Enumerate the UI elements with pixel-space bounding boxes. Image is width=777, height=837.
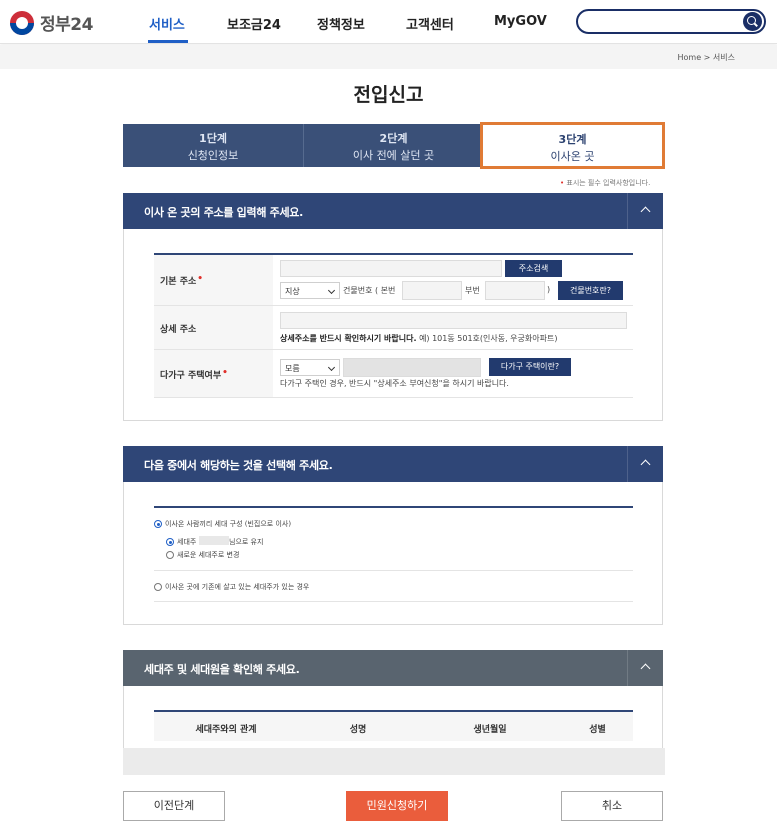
building-number-help-button[interactable]: 건물번호란?: [558, 281, 623, 300]
step-2-label: 이사 전에 살던 곳: [352, 149, 435, 162]
close-paren: ): [547, 285, 551, 294]
option-existing-household-label: 이사온 곳에 기존에 살고 있는 세대주가 있는 경우: [165, 583, 310, 591]
basic-address-label: 기본 주소•: [154, 255, 273, 305]
keep-householder-radio[interactable]: [166, 538, 174, 546]
address-section-header: 이사 온 곳의 주소를 입력해 주세요.: [123, 193, 663, 229]
collapse-chevron-icon[interactable]: [627, 650, 663, 686]
detail-note-bold: 상세주소를 반드시 확인하시기 바랍니다.: [280, 334, 417, 343]
step-2-number: 2단계: [379, 132, 408, 145]
required-note-text: 표시는 필수 입력사항입니다.: [566, 179, 651, 187]
address-search-button[interactable]: 주소검색: [505, 260, 562, 277]
nav-item-mygov[interactable]: MyGOV: [494, 14, 547, 29]
col-relationship: 세대주와의 관계: [195, 725, 257, 735]
search-input[interactable]: [576, 9, 766, 34]
multi-house-label-text: 다가구 주택여부: [160, 371, 222, 381]
basic-address-row: 기본 주소• 주소검색 지상 건물번호 ( 본번 부번 ) 건물번호란?: [154, 255, 633, 306]
gov24-logo[interactable]: 정부24: [10, 10, 93, 35]
masked-name: [199, 536, 229, 545]
basic-address-input[interactable]: [280, 260, 502, 277]
household-members-title: 세대주 및 세대원을 확인해 주세요.: [144, 663, 300, 676]
col-name: 성명: [349, 725, 367, 735]
prev-step-button[interactable]: 이전단계: [123, 791, 225, 821]
col-gender: 성별: [589, 725, 606, 735]
required-fields-note: • 표시는 필수 입력사항입니다.: [560, 178, 650, 188]
step-3-number: 3단계: [558, 133, 587, 146]
active-nav-underline: [148, 40, 188, 43]
collapse-chevron-icon[interactable]: [627, 446, 663, 482]
step-1: 1단계 신청인정보: [123, 124, 304, 167]
detail-address-note: 상세주소를 반드시 확인하시기 바랍니다. 예) 101동 501호(인사동, …: [280, 333, 557, 344]
sub-number-label: 부번: [465, 286, 480, 295]
nav-item-customer-center[interactable]: 고객센터: [406, 14, 454, 33]
keep-householder-prefix: 세대주: [177, 538, 197, 546]
address-section: 이사 온 곳의 주소를 입력해 주세요. 기본 주소• 주소검색 지상 건물번호…: [123, 193, 663, 421]
detail-address-label-text: 상세 주소: [160, 325, 197, 335]
search-icon[interactable]: [743, 12, 762, 31]
detail-note-example: 예) 101동 501호(인사동, 우궁화아파트): [419, 334, 558, 343]
keep-householder-suffix: 님으로 유지: [229, 538, 264, 546]
required-star: •: [222, 368, 228, 378]
detail-address-row: 상세 주소 상세주소를 반드시 확인하시기 바랍니다. 예) 101동 501호…: [154, 306, 633, 350]
multi-house-select[interactable]: 모름: [280, 359, 340, 376]
required-star: •: [197, 274, 204, 284]
address-section-title: 이사 온 곳의 주소를 입력해 주세요.: [144, 206, 304, 219]
members-table-header: 세대주와의 관계 성명 생년월일 성별: [154, 710, 633, 741]
multi-house-row: 다가구 주택여부• 모름 다가구 주택이란? 다가구 주택인 경우, 반드시 "…: [154, 350, 633, 398]
form-top-border: [154, 506, 633, 508]
top-navigation-bar: 정부24 서비스 보조금24 정책정보 고객센터 MyGOV: [0, 0, 777, 44]
detail-address-label: 상세 주소: [154, 306, 273, 349]
multi-house-note: 다가구 주택인 경우, 반드시 "상세주소 부여신청"을 하시기 바랍니다.: [280, 379, 509, 388]
scroll-fade-strip: [123, 748, 665, 775]
household-option-section: 다음 중에서 해당하는 것을 선택해 주세요. 이사온 사람끼리 세대 구성 (…: [123, 446, 663, 625]
land-type-select[interactable]: 지상: [280, 282, 340, 299]
household-option-header: 다음 중에서 해당하는 것을 선택해 주세요.: [123, 446, 663, 482]
main-number-input[interactable]: [402, 281, 462, 300]
change-householder-label: 새로운 세대주로 변경: [177, 551, 240, 559]
nav-item-policy[interactable]: 정책정보: [317, 14, 365, 33]
taegeuk-logo-icon: [10, 10, 34, 35]
logo-text: 정부24: [40, 15, 93, 35]
breadcrumb: Home > 서비스: [677, 53, 736, 62]
sub-number-input[interactable]: [485, 281, 545, 300]
option-existing-household-radio[interactable]: [154, 583, 162, 591]
multi-house-detail-field: [343, 358, 481, 377]
step-3-current: 3단계 이사온 곳: [480, 122, 665, 169]
cancel-button[interactable]: 취소: [561, 791, 663, 821]
option-new-household-label: 이사온 사람끼리 세대 구성 (빈집으로 이사): [165, 520, 292, 528]
household-members-header: 세대주 및 세대원을 확인해 주세요.: [123, 650, 663, 686]
multi-house-help-button[interactable]: 다가구 주택이란?: [489, 358, 571, 376]
step-1-label: 신청인정보: [187, 149, 239, 162]
step-1-number: 1단계: [199, 132, 227, 145]
required-star: •: [560, 179, 565, 187]
collapse-chevron-icon[interactable]: [627, 193, 663, 229]
divider: [154, 601, 633, 602]
detail-address-input[interactable]: [280, 312, 627, 329]
basic-address-label-text: 기본 주소: [160, 277, 197, 287]
step-3-label: 이사온 곳: [550, 150, 595, 163]
breadcrumb-bar: Home > 서비스: [0, 45, 777, 69]
nav-item-subsidy[interactable]: 보조금24: [227, 14, 281, 33]
page-title: 전입신고: [353, 84, 424, 106]
col-birthdate: 생년월일: [473, 725, 507, 735]
step-2: 2단계 이사 전에 살던 곳: [304, 124, 483, 167]
household-option-title: 다음 중에서 해당하는 것을 선택해 주세요.: [144, 459, 333, 472]
nav-item-service[interactable]: 서비스: [149, 14, 185, 33]
divider: [154, 570, 633, 571]
submit-application-button[interactable]: 민원신청하기: [346, 791, 448, 821]
option-new-household-radio[interactable]: [154, 520, 162, 528]
multi-house-label: 다가구 주택여부•: [154, 350, 273, 397]
change-householder-radio[interactable]: [166, 551, 174, 559]
building-number-label: 건물번호 ( 본번: [343, 286, 396, 295]
